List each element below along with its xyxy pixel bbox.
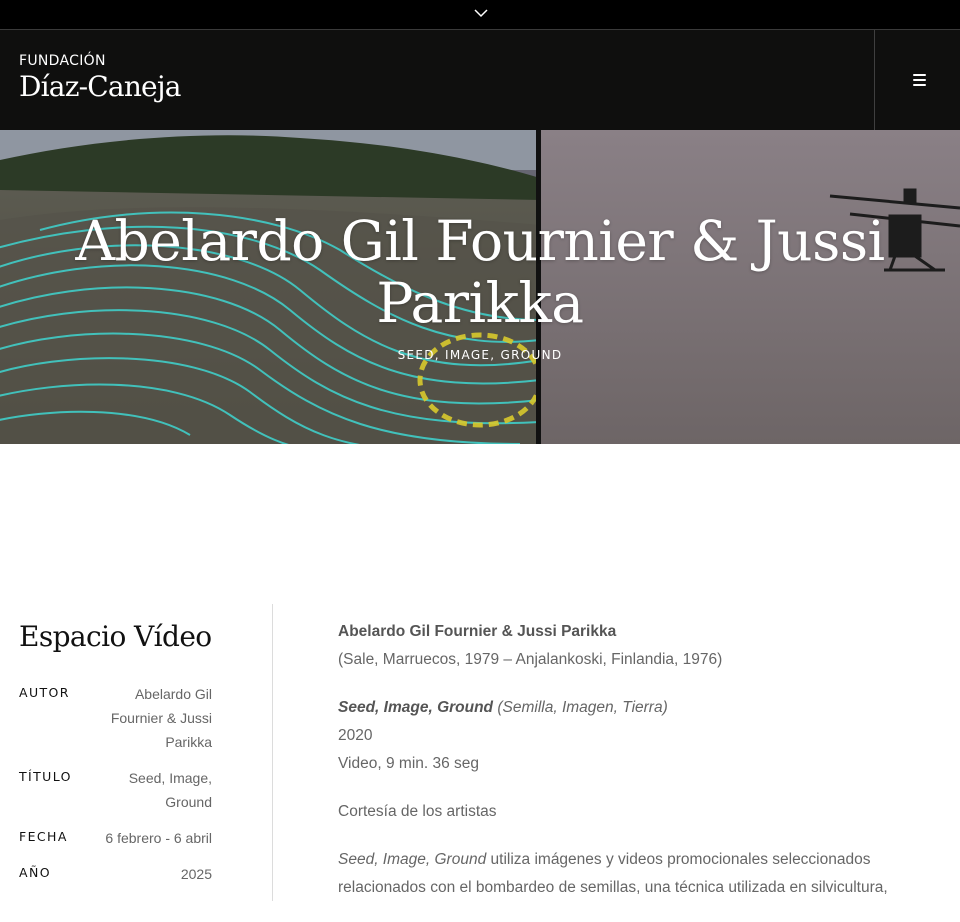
meta-row-date: FECHA 6 febrero - 6 abril	[19, 826, 212, 850]
meta-key: AÑO	[19, 865, 51, 880]
meta-row-year: AÑO 2025	[19, 862, 212, 886]
meta-key: FECHA	[19, 829, 68, 844]
description: Seed, Image, Ground utiliza imágenes y v…	[338, 846, 938, 902]
logo-big-text: Díaz-Caneja	[19, 70, 181, 103]
meta-key: TÍTULO	[19, 769, 72, 784]
courtesy-text: Cortesía de los artistas	[338, 803, 497, 820]
work-block: Seed, Image, Ground (Semilla, Imagen, Ti…	[338, 694, 938, 778]
work-year: 2020	[338, 727, 373, 744]
menu-button[interactable]	[874, 30, 960, 130]
hero-title: Abelardo Gil Fournier & Jussi Parikka	[75, 209, 885, 335]
top-strip	[0, 0, 960, 30]
hero-subtitle: SEED, IMAGE, GROUND	[397, 348, 563, 362]
site-logo[interactable]: FUNDACIÓN Díaz-Caneja	[19, 52, 181, 104]
meta-value: 2025	[180, 866, 212, 882]
artist-origins: (Sale, Marruecos, 1979 – Anjalankoski, F…	[338, 651, 723, 668]
logo-small-text: FUNDACIÓN	[19, 53, 106, 69]
meta-value: Abelardo Gil Fournier & Jussi Parikka	[110, 686, 212, 750]
description-line-2: relacionados con el bombardeo de semilla…	[338, 879, 888, 896]
sidebar-title: Espacio Vídeo	[19, 620, 212, 653]
hamburger-icon	[913, 74, 926, 86]
site-header: FUNDACIÓN Díaz-Caneja	[0, 30, 960, 130]
artist-names: Abelardo Gil Fournier & Jussi Parikka	[338, 623, 617, 640]
meta-row-title: TÍTULO Seed, Image, Ground	[19, 766, 212, 814]
meta-key: AUTOR	[19, 685, 70, 700]
description-line-1: utiliza imágenes y videos promocionales …	[486, 851, 871, 868]
main-content: Abelardo Gil Fournier & Jussi Parikka (S…	[338, 618, 938, 922]
description-title: Seed, Image, Ground	[338, 851, 487, 868]
meta-value: 6 febrero - 6 abril	[105, 830, 212, 846]
hero-banner: Abelardo Gil Fournier & Jussi Parikka SE…	[0, 130, 960, 444]
column-divider	[272, 604, 273, 901]
chevron-down-icon[interactable]	[474, 6, 488, 20]
work-title: Seed, Image, Ground	[338, 699, 494, 716]
meta-value: Seed, Image, Ground	[128, 770, 212, 810]
meta-row-author: AUTOR Abelardo Gil Fournier & Jussi Pari…	[19, 682, 212, 754]
artist-block: Abelardo Gil Fournier & Jussi Parikka (S…	[338, 618, 938, 674]
work-title-translation: (Semilla, Imagen, Tierra)	[497, 699, 668, 716]
work-medium: Video, 9 min. 36 seg	[338, 755, 480, 772]
